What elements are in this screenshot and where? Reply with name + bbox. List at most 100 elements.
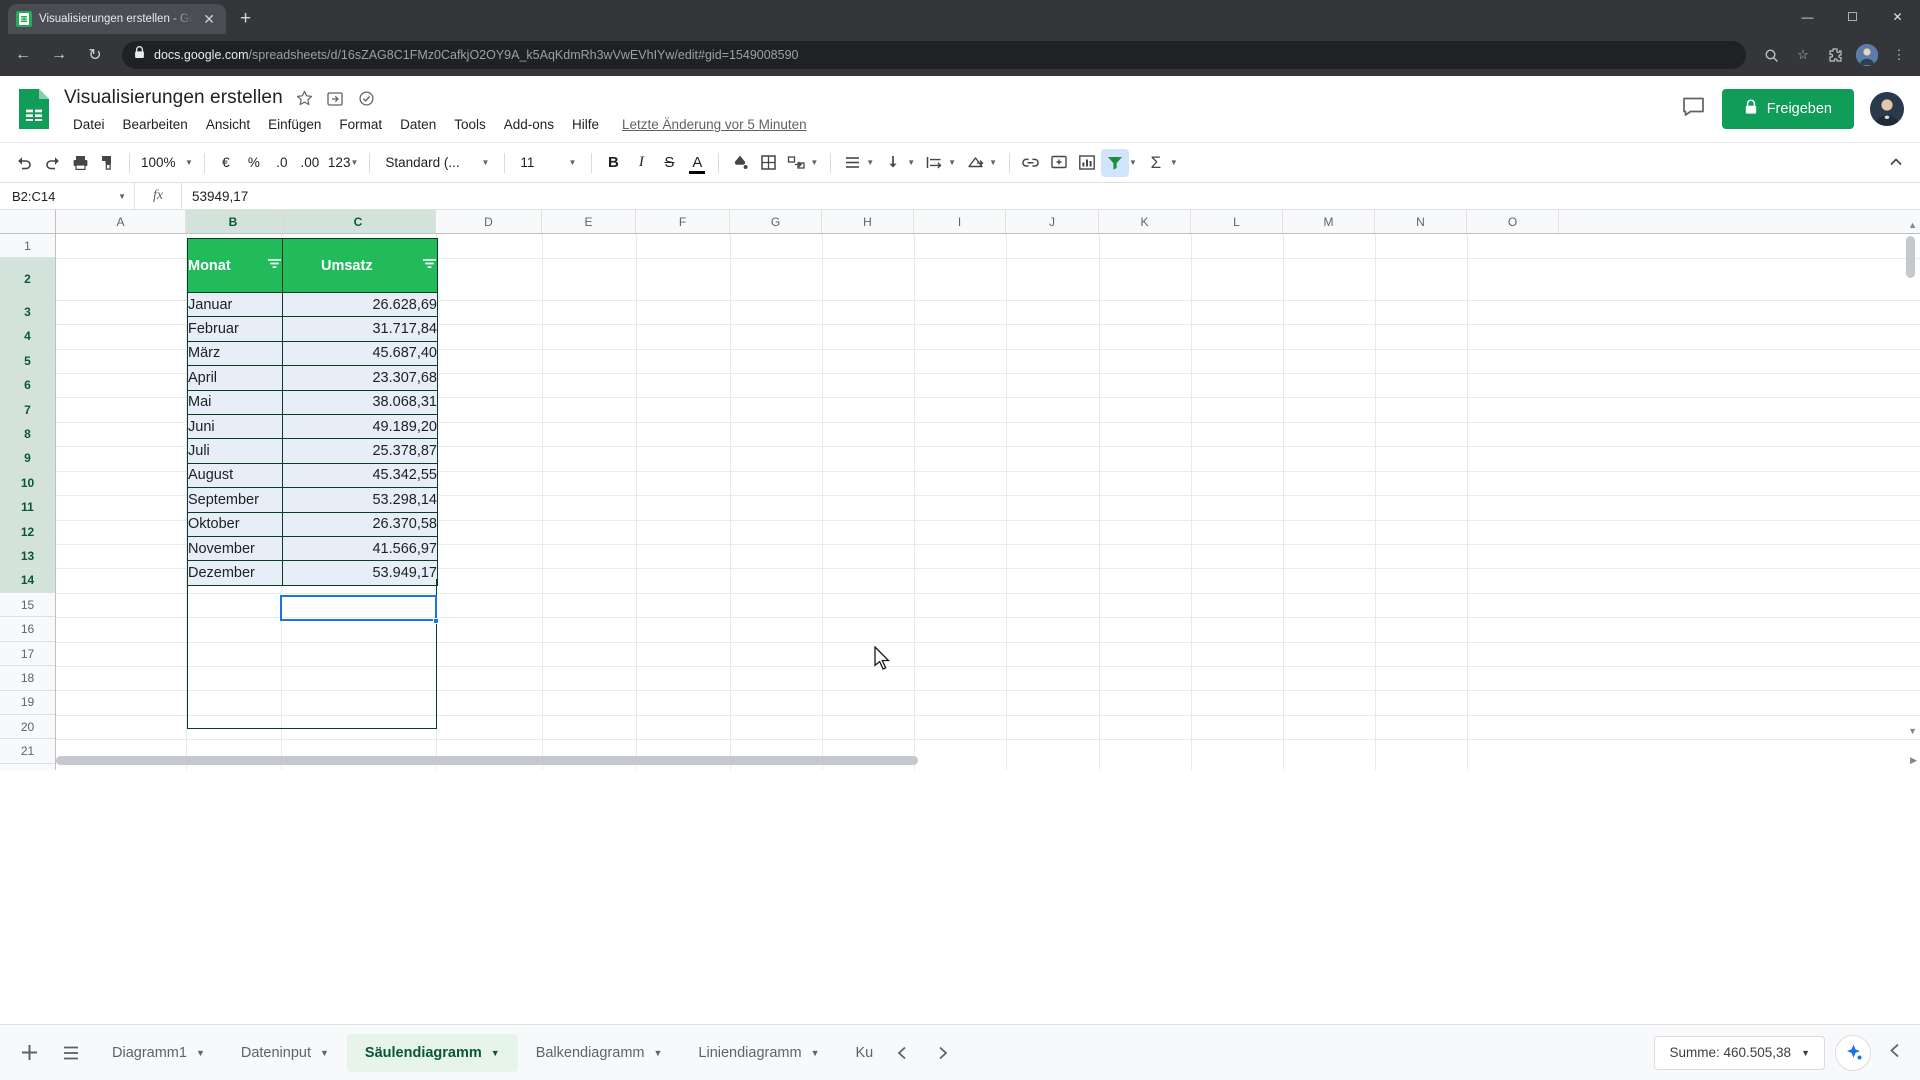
chevron-down-icon[interactable]: ▼	[491, 1048, 500, 1058]
scroll-down-icon[interactable]: ▼	[1908, 726, 1917, 736]
cell-value[interactable]: 26.370,58	[282, 511, 438, 537]
row-header-20[interactable]: 20	[0, 715, 55, 740]
chevron-down-icon[interactable]: ▼	[810, 158, 818, 167]
row-header-9[interactable]: 9	[0, 446, 55, 472]
reload-icon[interactable]: ↻	[80, 40, 110, 70]
address-bar[interactable]: docs.google.com/spreadsheets/d/16sZAG8C1…	[122, 41, 1746, 69]
comment-icon[interactable]	[1681, 94, 1706, 124]
table-row[interactable]: Oktober 26.370,58	[187, 511, 438, 537]
new-tab-icon[interactable]: +	[240, 8, 251, 30]
column-header-n[interactable]: N	[1375, 210, 1467, 233]
window-minimize-button[interactable]: —	[1785, 2, 1830, 32]
user-avatar[interactable]	[1870, 92, 1904, 126]
chevron-down-icon[interactable]: ▼	[1129, 158, 1137, 167]
cell-month[interactable]: Februar	[187, 316, 283, 342]
browser-menu-icon[interactable]: ⋮	[1886, 42, 1912, 68]
undo-icon[interactable]	[10, 149, 38, 177]
row-header-5[interactable]: 5	[0, 349, 55, 374]
row-header-3[interactable]: 3	[0, 300, 55, 325]
extensions-icon[interactable]	[1822, 42, 1848, 68]
row-header-8[interactable]: 8	[0, 422, 55, 447]
chevron-down-icon[interactable]: ▼	[1170, 158, 1178, 167]
share-button[interactable]: Freigeben	[1721, 89, 1854, 129]
cell-month[interactable]: Januar	[187, 291, 283, 318]
table-row[interactable]: September 53.298,14	[187, 487, 438, 513]
column-header-c[interactable]: C	[281, 210, 436, 233]
filter-button[interactable]	[1100, 148, 1129, 177]
row-header-1[interactable]: 1	[0, 234, 55, 259]
print-icon[interactable]	[66, 149, 94, 177]
filter-funnel-icon[interactable]	[422, 257, 437, 274]
all-sheets-icon[interactable]	[52, 1034, 90, 1072]
cell-month[interactable]: März	[187, 340, 283, 367]
close-tab-icon[interactable]: ✕	[200, 10, 218, 28]
bookmark-star-icon[interactable]: ☆	[1790, 42, 1816, 68]
cell-month[interactable]: August	[187, 462, 283, 489]
cell-month[interactable]: Oktober	[187, 511, 283, 537]
cell-month[interactable]: April	[187, 365, 283, 391]
sheet-canvas[interactable]: Monat Umsatz Januar 26.628,69 Februar 31…	[56, 234, 1920, 770]
merge-cells-icon[interactable]	[782, 149, 810, 177]
row-header-12[interactable]: 12	[0, 519, 55, 545]
select-all-corner[interactable]	[0, 210, 56, 233]
menu-item-ansicht[interactable]: Ansicht	[197, 114, 259, 135]
cell-month[interactable]: Mai	[187, 389, 283, 415]
italic-button[interactable]: I	[627, 149, 655, 177]
row-header-10[interactable]: 10	[0, 471, 55, 496]
menu-item-einfuegen[interactable]: Einfügen	[259, 114, 330, 135]
filter-funnel-icon[interactable]	[267, 257, 282, 274]
chevron-down-icon[interactable]: ▼	[811, 1048, 820, 1058]
currency-format-button[interactable]: €	[212, 149, 240, 177]
scroll-up-icon[interactable]: ▲	[1908, 220, 1917, 230]
move-to-folder-icon[interactable]	[326, 90, 344, 107]
collapse-panel-icon[interactable]	[1881, 1036, 1910, 1070]
cell-value[interactable]: 41.566,97	[282, 535, 438, 562]
insert-link-icon[interactable]	[1017, 149, 1045, 177]
share-page-icon[interactable]	[1758, 42, 1784, 68]
row-header-15[interactable]: 15	[0, 593, 55, 618]
row-header-21[interactable]: 21	[0, 739, 55, 764]
column-header-a[interactable]: A	[56, 210, 186, 233]
menu-item-hilfe[interactable]: Hilfe	[563, 114, 608, 135]
cell-month[interactable]: Juli	[187, 438, 283, 464]
table-row[interactable]: August 45.342,55	[187, 462, 438, 489]
row-header-16[interactable]: 16	[0, 617, 55, 642]
row-header-7[interactable]: 7	[0, 397, 55, 423]
profile-avatar-icon[interactable]	[1854, 42, 1880, 68]
borders-icon[interactable]	[754, 149, 782, 177]
increase-decimals-button[interactable]: .00	[296, 149, 324, 177]
functions-button[interactable]: Σ	[1142, 149, 1170, 177]
paint-format-icon[interactable]	[94, 149, 122, 177]
row-header-19[interactable]: 19	[0, 691, 55, 716]
redo-icon[interactable]	[38, 149, 66, 177]
star-icon[interactable]	[296, 90, 313, 107]
last-edit-status[interactable]: Letzte Änderung vor 5 Minuten	[622, 117, 807, 132]
cell-value[interactable]: 45.342,55	[282, 462, 438, 489]
cell-value[interactable]: 31.717,84	[282, 316, 438, 342]
cell-value[interactable]: 38.068,31	[282, 389, 438, 415]
row-header-17[interactable]: 17	[0, 642, 55, 667]
vertical-scroll-thumb[interactable]	[1906, 236, 1915, 278]
sheet-tab-liniendiagramm[interactable]: Liniendiagramm ▼	[680, 1034, 837, 1072]
table-row[interactable]: Februar 31.717,84	[187, 316, 438, 342]
bold-button[interactable]: B	[599, 149, 627, 177]
menu-item-format[interactable]: Format	[330, 114, 391, 135]
sheet-tab-diagramm1[interactable]: Diagramm1 ▼	[94, 1034, 223, 1072]
forward-icon[interactable]: →	[44, 40, 74, 70]
table-row[interactable]: April 23.307,68	[187, 365, 438, 391]
sheet-tab-ku[interactable]: Ku	[838, 1034, 874, 1072]
text-color-button[interactable]: A	[683, 149, 711, 177]
row-header-6[interactable]: 6	[0, 373, 55, 398]
zoom-selector[interactable]: 100% ▼	[137, 155, 197, 170]
cell-value[interactable]: 49.189,20	[282, 413, 438, 440]
sheet-tab-saeulendiagramm[interactable]: Säulendiagramm ▼	[346, 1033, 518, 1072]
chevron-down-icon[interactable]: ▼	[1801, 1048, 1810, 1058]
column-header-d[interactable]: D	[436, 210, 542, 233]
horizontal-align-icon[interactable]	[838, 149, 866, 177]
table-row[interactable]: November 41.566,97	[187, 535, 438, 562]
row-header-4[interactable]: 4	[0, 324, 55, 350]
cell-value[interactable]: 53.298,14	[282, 487, 438, 513]
row-header-13[interactable]: 13	[0, 544, 55, 569]
page-title[interactable]: Visualisierungen erstellen	[64, 87, 283, 109]
row-header-14[interactable]: 14	[0, 568, 55, 594]
